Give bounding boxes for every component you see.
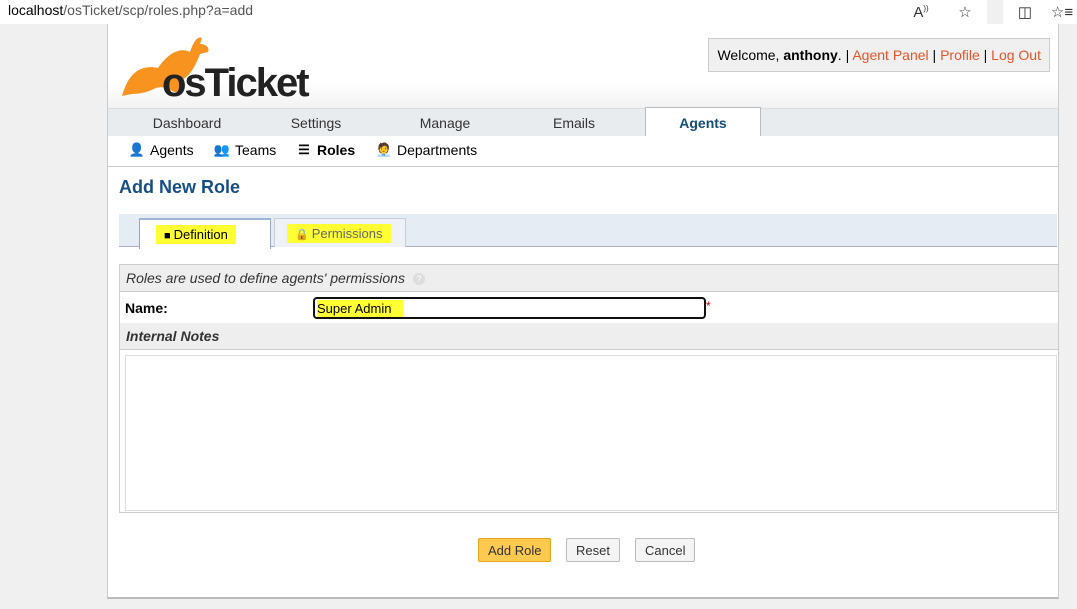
nav-settings[interactable]: Settings — [251, 109, 381, 136]
separator: . | — [837, 47, 853, 63]
welcome-text: Welcome, — [717, 47, 784, 63]
name-row: Name: * — [120, 293, 1058, 323]
osticket-logo[interactable]: osTicket — [118, 34, 338, 105]
subnav-agents[interactable]: 👤 Agents — [129, 142, 194, 158]
logout-link[interactable]: Log Out — [991, 47, 1041, 63]
page-container: osTicket Welcome, anthony. | Agent Panel… — [107, 24, 1059, 599]
departments-icon: 🧑‍💼 — [375, 142, 393, 157]
tab-bar: ■ Definition 🔒 Permissions — [119, 214, 1057, 249]
nav-agents[interactable]: Agents — [645, 107, 761, 136]
address-bar[interactable]: localhost/osTicket/scp/roles.php?a=add — [8, 2, 253, 18]
subnav-departments[interactable]: 🧑‍💼 Departments — [376, 142, 477, 158]
separator: | — [979, 47, 992, 63]
sub-nav: 👤 Agents 👥 Teams ☰ Roles 🧑‍💼 Departments — [108, 136, 1058, 167]
roles-intro-text: Roles are used to define agents' permiss… — [126, 270, 405, 286]
tab-definition[interactable]: ■ Definition — [139, 218, 271, 249]
subnav-label: Departments — [397, 142, 478, 158]
agent-panel-link[interactable]: Agent Panel — [852, 47, 928, 63]
favorites-list-icon[interactable]: ☆≡ — [1047, 3, 1077, 21]
roles-intro-header: Roles are used to define agents' permiss… — [120, 265, 1058, 292]
required-mark: * — [706, 299, 711, 313]
tab-label: Permissions — [311, 225, 383, 241]
nav-emails[interactable]: Emails — [509, 109, 639, 136]
url-path: /osTicket/scp/roles.php?a=add — [63, 2, 254, 18]
internal-notes-label: Internal Notes — [126, 328, 220, 344]
subnav-label: Agents — [150, 142, 194, 158]
split-screen-icon[interactable]: ◫ — [1003, 3, 1047, 21]
tab-highlight: ■ Definition — [156, 225, 236, 244]
help-icon[interactable]: ? — [412, 273, 425, 286]
teams-icon: 👥 — [213, 142, 231, 157]
subnav-teams[interactable]: 👥 Teams — [214, 142, 276, 158]
kangaroo-logo-icon: osTicket — [122, 37, 311, 105]
main-nav: Dashboard Settings Manage Emails Agents — [108, 107, 1058, 137]
user-info-box: Welcome, anthony. | Agent Panel | Profil… — [708, 38, 1050, 72]
agent-icon: 👤 — [128, 142, 146, 157]
tab-permissions[interactable]: 🔒 Permissions — [274, 218, 406, 247]
roles-icon: ☰ — [298, 142, 310, 157]
add-role-button[interactable]: Add Role — [478, 538, 552, 562]
page-title: Add New Role — [119, 177, 241, 197]
nav-dashboard[interactable]: Dashboard — [122, 109, 252, 136]
separator: | — [928, 47, 941, 63]
username: anthony — [783, 47, 838, 63]
nav-manage[interactable]: Manage — [380, 109, 510, 136]
tab-highlight: 🔒 Permissions — [287, 223, 391, 243]
internal-notes-textarea[interactable] — [125, 355, 1057, 511]
subnav-label: Teams — [235, 142, 277, 158]
reset-button[interactable]: Reset — [566, 538, 620, 562]
lock-icon: 🔒 — [295, 228, 309, 241]
favorite-star-icon[interactable]: ☆ — [943, 3, 987, 21]
profile-link[interactable]: Profile — [940, 47, 980, 63]
role-name-input[interactable] — [313, 297, 706, 319]
browser-actions: A)) ☆ ◫ ☆≡ — [899, 0, 1077, 24]
form-buttons: Add Role Reset Cancel — [108, 538, 1058, 564]
tab-label: Definition — [173, 227, 228, 242]
url-host: localhost — [8, 2, 64, 18]
name-label: Name: — [125, 300, 168, 316]
chrome-divider — [987, 0, 1003, 24]
read-aloud-icon[interactable]: A)) — [899, 4, 943, 21]
subnav-label: Roles — [317, 142, 356, 158]
site-header: osTicket Welcome, anthony. | Agent Panel… — [108, 24, 1058, 108]
internal-notes-header: Internal Notes — [120, 323, 1058, 350]
browser-toolbar: localhost/osTicket/scp/roles.php?a=add A… — [0, 0, 1077, 24]
logo-text: osTicket — [162, 61, 309, 100]
subnav-roles[interactable]: ☰ Roles — [296, 142, 355, 158]
role-form: Roles are used to define agents' permiss… — [119, 264, 1059, 513]
document-icon: ■ — [164, 230, 171, 242]
cancel-button[interactable]: Cancel — [635, 538, 696, 562]
